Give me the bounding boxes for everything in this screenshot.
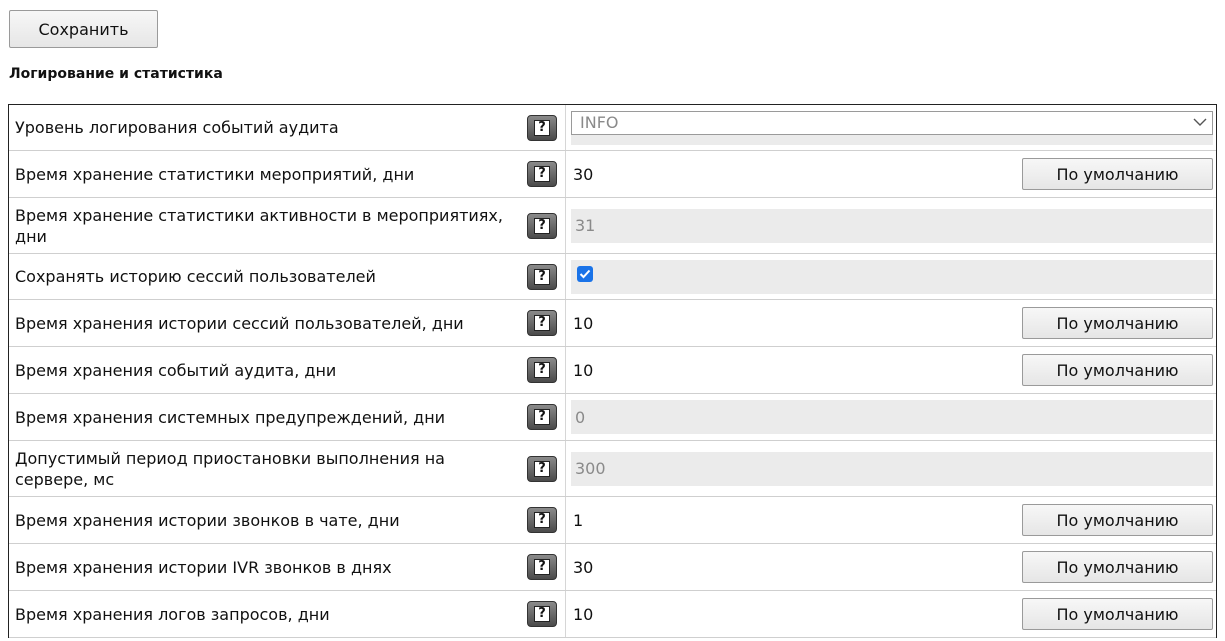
help-glyph: ?	[534, 119, 550, 136]
chevron-down-icon	[1188, 112, 1212, 134]
settings-row: Время хранения событий аудита, дни ? 10 …	[9, 347, 1216, 394]
help-icon[interactable]: ?	[527, 455, 557, 482]
help-cell: ?	[519, 300, 566, 346]
help-icon[interactable]: ?	[527, 404, 557, 430]
value-cell: INFO	[566, 105, 1216, 150]
help-cell: ?	[519, 347, 566, 393]
default-button[interactable]: По умолчанию	[1022, 307, 1213, 339]
help-glyph: ?	[534, 606, 550, 622]
value-cell: 0	[566, 394, 1216, 440]
value-cell	[566, 254, 1216, 299]
setting-label: Время хранения событий аудита, дни	[15, 360, 337, 380]
log-level-select[interactable]: INFO	[571, 110, 1213, 135]
setting-label: Время хранение статистики мероприятий, д…	[15, 164, 415, 184]
default-button[interactable]: По умолчанию	[1022, 551, 1213, 583]
help-glyph: ?	[534, 217, 550, 234]
settings-table: Уровень логирования событий аудита ? INF…	[8, 104, 1217, 638]
setting-label: Время хранения истории сессий пользовате…	[15, 313, 464, 333]
select-value: INFO	[580, 113, 619, 132]
value-cell: 10 По умолчанию	[566, 347, 1216, 393]
settings-row: Время хранения системных предупреждений,…	[9, 394, 1216, 441]
value-cell: 30 По умолчанию	[566, 151, 1216, 197]
help-icon[interactable]: ?	[527, 554, 557, 580]
default-button[interactable]: По умолчанию	[1022, 504, 1213, 536]
setting-input[interactable]: 10	[571, 605, 593, 624]
settings-row: Допустимый период приостановки выполнени…	[9, 441, 1216, 497]
help-glyph: ?	[534, 315, 550, 331]
settings-row: Уровень логирования событий аудита ? INF…	[9, 105, 1216, 151]
help-cell: ?	[519, 441, 566, 496]
setting-label: Допустимый период приостановки выполнени…	[15, 448, 445, 489]
setting-label: Время хранение статистики активности в м…	[15, 205, 503, 246]
help-glyph: ?	[534, 362, 550, 378]
help-cell: ?	[519, 105, 566, 150]
help-icon[interactable]: ?	[527, 263, 557, 290]
checkbox-wrap	[571, 259, 1213, 294]
help-cell: ?	[519, 198, 566, 253]
help-glyph: ?	[534, 166, 550, 182]
settings-row: Время хранения истории IVR звонков в дня…	[9, 544, 1216, 591]
help-cell: ?	[519, 591, 566, 637]
help-cell: ?	[519, 151, 566, 197]
setting-input[interactable]: 1	[571, 511, 583, 530]
help-icon[interactable]: ?	[527, 310, 557, 336]
setting-input-disabled: 0	[571, 400, 1213, 434]
setting-input[interactable]: 10	[571, 361, 593, 380]
setting-label: Время хранения системных предупреждений,…	[15, 407, 446, 427]
help-cell: ?	[519, 394, 566, 440]
setting-label: Время хранения истории IVR звонков в дня…	[15, 557, 392, 577]
value-cell: 31	[566, 198, 1216, 253]
help-icon[interactable]: ?	[527, 601, 557, 627]
help-cell: ?	[519, 254, 566, 299]
settings-row: Время хранение статистики мероприятий, д…	[9, 151, 1216, 198]
settings-row: Сохранять историю сессий пользователей ?	[9, 254, 1216, 300]
save-button[interactable]: Сохранить	[9, 10, 158, 48]
default-button[interactable]: По умолчанию	[1022, 598, 1213, 630]
settings-row: Время хранение статистики активности в м…	[9, 198, 1216, 254]
help-icon[interactable]: ?	[527, 212, 557, 239]
section-title: Логирование и статистика	[9, 66, 223, 82]
setting-input-disabled: 300	[571, 451, 1213, 486]
session-history-checkbox[interactable]	[577, 265, 593, 282]
setting-label: Время хранения истории звонков в чате, д…	[15, 510, 400, 530]
setting-input[interactable]: 10	[571, 314, 593, 333]
setting-label: Время хранения логов запросов, дни	[15, 604, 330, 624]
setting-label: Сохранять историю сессий пользователей	[15, 267, 376, 286]
value-cell: 10 По умолчанию	[566, 591, 1216, 637]
value-cell: 30 По умолчанию	[566, 544, 1216, 590]
value-cell: 1 По умолчанию	[566, 497, 1216, 543]
help-glyph: ?	[534, 512, 550, 528]
help-glyph: ?	[534, 409, 550, 425]
setting-label: Уровень логирования событий аудита	[15, 118, 339, 137]
settings-row: Время хранения логов запросов, дни ? 10 …	[9, 591, 1216, 638]
default-button[interactable]: По умолчанию	[1022, 354, 1213, 386]
value-cell: 300	[566, 441, 1216, 496]
help-cell: ?	[519, 544, 566, 590]
help-icon[interactable]: ?	[527, 357, 557, 383]
help-icon[interactable]: ?	[527, 507, 557, 533]
help-glyph: ?	[534, 268, 550, 285]
help-icon[interactable]: ?	[527, 114, 557, 141]
help-glyph: ?	[534, 460, 550, 477]
setting-input[interactable]: 30	[571, 165, 593, 184]
help-icon[interactable]: ?	[527, 161, 557, 187]
help-cell: ?	[519, 497, 566, 543]
help-glyph: ?	[534, 559, 550, 575]
log-level-select-wrap: INFO	[571, 110, 1213, 145]
settings-row: Время хранения истории звонков в чате, д…	[9, 497, 1216, 544]
settings-row: Время хранения истории сессий пользовате…	[9, 300, 1216, 347]
setting-input[interactable]: 30	[571, 558, 593, 577]
value-cell: 10 По умолчанию	[566, 300, 1216, 346]
setting-input-disabled: 31	[571, 208, 1213, 243]
default-button[interactable]: По умолчанию	[1022, 158, 1213, 190]
